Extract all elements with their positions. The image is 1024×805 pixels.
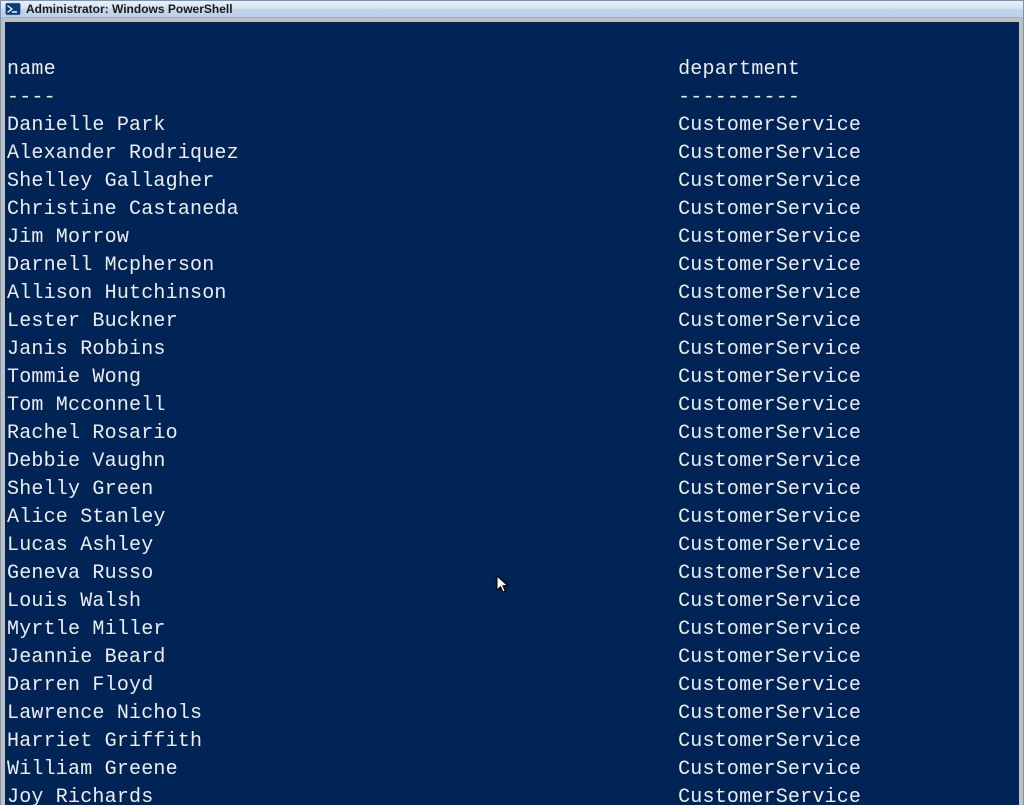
table-row: Tommie Wong CustomerService — [7, 364, 1017, 392]
table-row: Christine Castaneda CustomerService — [7, 196, 1017, 224]
table-row: Tom Mcconnell CustomerService — [7, 392, 1017, 420]
client-frame: name department---- ----------Danielle P… — [1, 18, 1023, 805]
table-row: Myrtle Miller CustomerService — [7, 616, 1017, 644]
table-row: Danielle Park CustomerService — [7, 112, 1017, 140]
table-row: Shelley Gallagher CustomerService — [7, 168, 1017, 196]
table-row: William Greene CustomerService — [7, 756, 1017, 784]
titlebar[interactable]: Administrator: Windows PowerShell — [1, 1, 1023, 18]
table-row: Shelly Green CustomerService — [7, 476, 1017, 504]
table-row: Alice Stanley CustomerService — [7, 504, 1017, 532]
table-row: Harriet Griffith CustomerService — [7, 728, 1017, 756]
output-line — [7, 28, 1017, 56]
table-row: Lucas Ashley CustomerService — [7, 532, 1017, 560]
table-row: Alexander Rodriquez CustomerService — [7, 140, 1017, 168]
table-row: Darren Floyd CustomerService — [7, 672, 1017, 700]
table-row: Joy Richards CustomerService — [7, 784, 1017, 805]
table-row: Darnell Mcpherson CustomerService — [7, 252, 1017, 280]
table-row: Janis Robbins CustomerService — [7, 336, 1017, 364]
table-row: Geneva Russo CustomerService — [7, 560, 1017, 588]
table-row: Jim Morrow CustomerService — [7, 224, 1017, 252]
table-row: Jeannie Beard CustomerService — [7, 644, 1017, 672]
console-output[interactable]: name department---- ----------Danielle P… — [5, 22, 1019, 805]
table-row: Lawrence Nichols CustomerService — [7, 700, 1017, 728]
powershell-icon — [5, 1, 21, 17]
table-row: Allison Hutchinson CustomerService — [7, 280, 1017, 308]
column-header: name department — [7, 56, 1017, 84]
powershell-window: Administrator: Windows PowerShell name d… — [0, 0, 1024, 805]
table-row: Lester Buckner CustomerService — [7, 308, 1017, 336]
table-row: Rachel Rosario CustomerService — [7, 420, 1017, 448]
table-row: Louis Walsh CustomerService — [7, 588, 1017, 616]
window-title: Administrator: Windows PowerShell — [26, 2, 233, 16]
column-divider: ---- ---------- — [7, 84, 1017, 112]
table-row: Debbie Vaughn CustomerService — [7, 448, 1017, 476]
